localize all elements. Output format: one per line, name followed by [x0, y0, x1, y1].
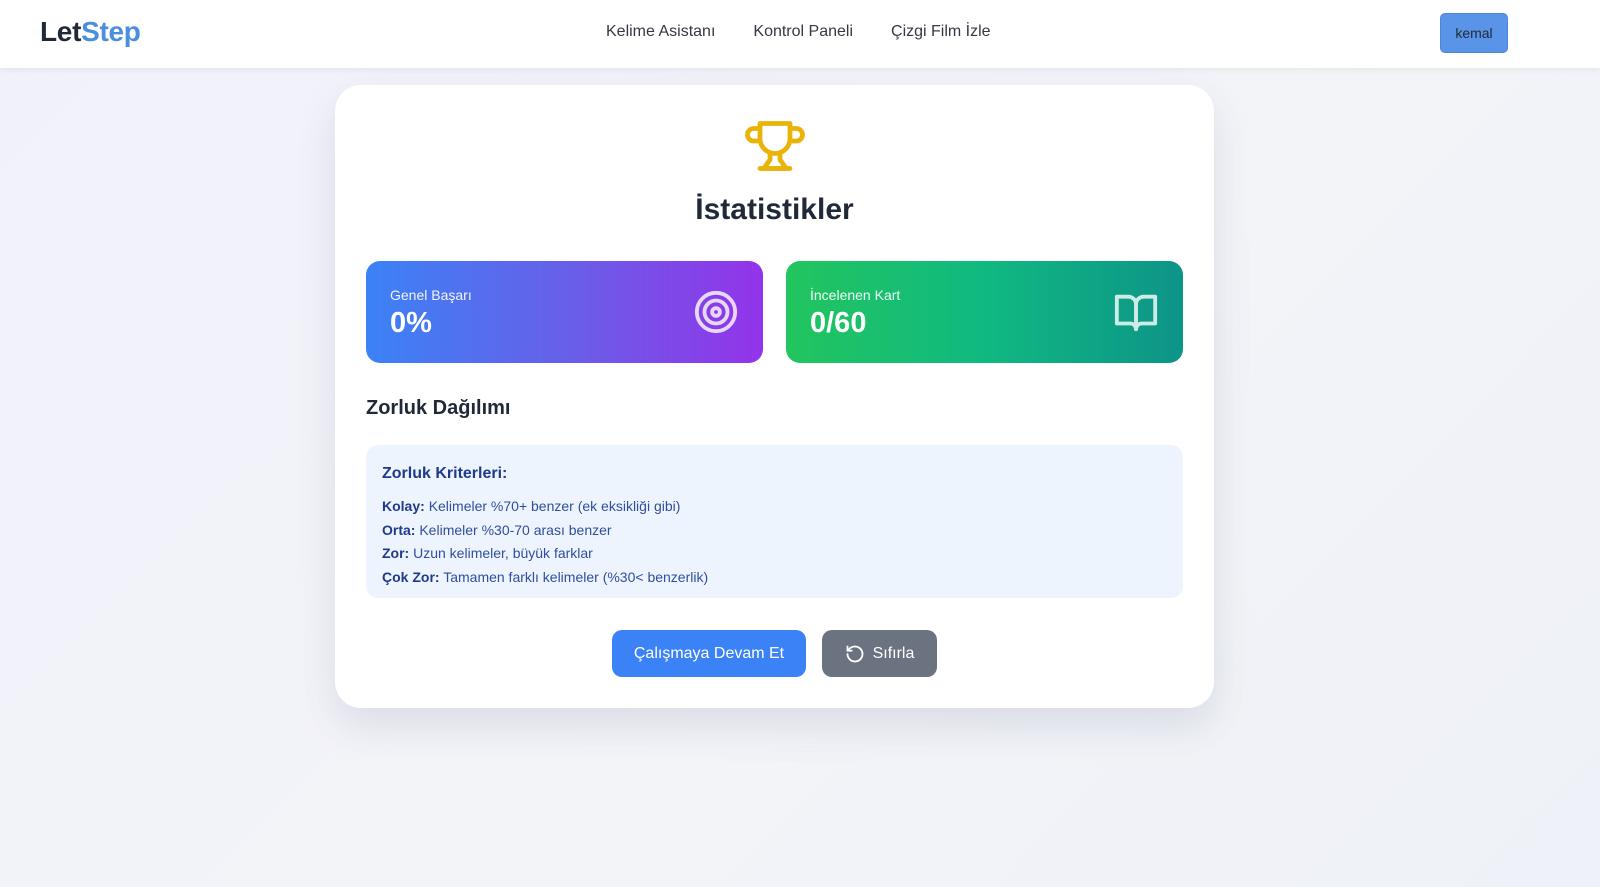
nav-link-watch-cartoon[interactable]: Çizgi Film İzle: [891, 23, 991, 41]
app-logo[interactable]: LetStep: [40, 16, 141, 48]
criteria-level-label: Orta:: [382, 521, 416, 538]
open-book-icon: [1114, 294, 1158, 332]
reviewed-cards-label: İncelenen Kart: [810, 287, 901, 303]
overall-success-card: Genel Başarı 0%: [366, 261, 763, 363]
logo-text-let: Let: [40, 16, 82, 47]
top-navbar: LetStep Kelime Asistanı Kontrol Paneli Ç…: [0, 0, 1600, 68]
reset-button-label: Sıfırla: [872, 644, 915, 662]
nav-link-dashboard[interactable]: Kontrol Paneli: [753, 23, 853, 41]
criteria-description: Uzun kelimeler, büyük farklar: [413, 545, 593, 561]
statistics-card: İstatistikler Genel Başarı 0% İncelenen …: [335, 85, 1214, 708]
criteria-item-medium: Orta: Kelimeler %30-70 arası benzer: [382, 521, 708, 545]
logo-text-step: Step: [81, 16, 141, 47]
page-title: İstatistikler: [695, 193, 854, 226]
target-icon: [694, 290, 738, 334]
nav-link-word-assistant[interactable]: Kelime Asistanı: [606, 23, 715, 41]
criteria-description: Tamamen farklı kelimeler (%30< benzerlik…: [443, 568, 709, 585]
difficulty-distribution-heading: Zorluk Dağılımı: [366, 397, 511, 419]
criteria-title: Zorluk Kriterleri:: [382, 465, 508, 482]
reviewed-cards-card: İncelenen Kart 0/60: [786, 261, 1183, 363]
user-menu-button[interactable]: kemal: [1440, 13, 1508, 53]
overall-success-label: Genel Başarı: [390, 287, 472, 303]
reset-button[interactable]: Sıfırla: [822, 630, 937, 677]
reset-icon: [846, 645, 863, 662]
difficulty-criteria-box: Zorluk Kriterleri: Kolay: Kelimeler %70+…: [366, 445, 1183, 598]
criteria-item-easy: Kolay: Kelimeler %70+ benzer (ek eksikli…: [382, 497, 708, 521]
criteria-level-label: Çok Zor:: [382, 568, 440, 585]
overall-success-value: 0%: [390, 307, 432, 339]
criteria-list: Kolay: Kelimeler %70+ benzer (ek eksikli…: [382, 497, 708, 591]
continue-studying-button[interactable]: Çalışmaya Devam Et: [612, 630, 806, 677]
criteria-item-hard: Zor: Uzun kelimeler, büyük farklar: [382, 544, 708, 568]
main-nav: Kelime Asistanı Kontrol Paneli Çizgi Fil…: [606, 23, 991, 41]
criteria-level-label: Kolay:: [382, 498, 425, 514]
criteria-description: Kelimeler %30-70 arası benzer: [419, 521, 612, 538]
criteria-level-label: Zor:: [382, 545, 410, 561]
criteria-item-very-hard: Çok Zor: Tamamen farklı kelimeler (%30< …: [382, 568, 708, 592]
criteria-description: Kelimeler %70+ benzer (ek eksikliği gibi…: [428, 498, 681, 514]
reviewed-cards-value: 0/60: [810, 307, 867, 339]
trophy-icon: [745, 121, 805, 171]
